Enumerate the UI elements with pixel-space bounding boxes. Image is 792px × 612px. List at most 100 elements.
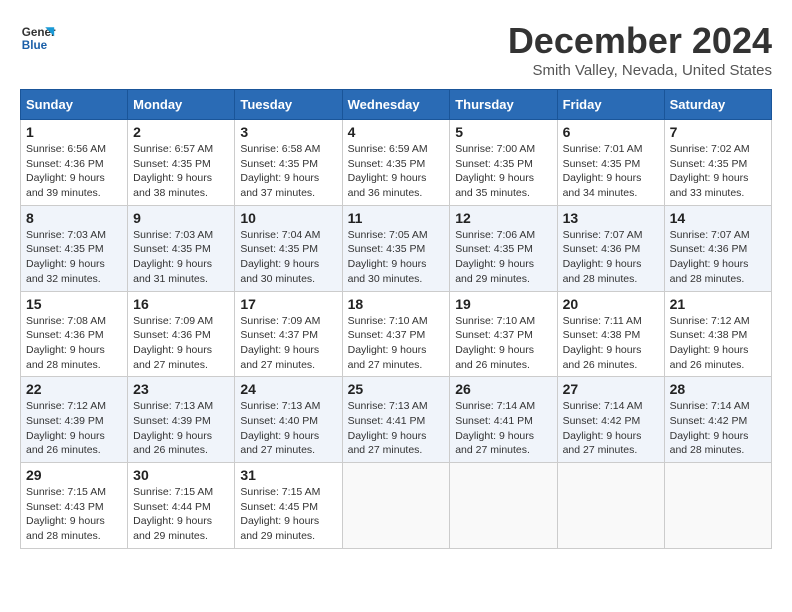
day-number: 23 <box>133 381 229 397</box>
calendar-day-cell: 21Sunrise: 7:12 AM Sunset: 4:38 PM Dayli… <box>664 291 771 377</box>
svg-text:Blue: Blue <box>22 39 48 52</box>
day-of-week-header: Monday <box>128 90 235 120</box>
day-info: Sunrise: 7:09 AM Sunset: 4:36 PM Dayligh… <box>133 314 229 373</box>
day-number: 27 <box>563 381 659 397</box>
day-of-week-header: Sunday <box>21 90 128 120</box>
day-info: Sunrise: 7:13 AM Sunset: 4:40 PM Dayligh… <box>240 399 336 458</box>
day-info: Sunrise: 7:05 AM Sunset: 4:35 PM Dayligh… <box>348 228 445 287</box>
calendar-day-cell: 9 Sunrise: 7:03 AM Sunset: 4:35 PM Daylig… <box>128 205 235 291</box>
day-info: Sunrise: 6:58 AM Sunset: 4:35 PM Dayligh… <box>240 142 336 201</box>
calendar-day-cell: 19 Sunrise: 7:10 AM Sunset: 4:37 PM Dayli… <box>450 291 557 377</box>
calendar-day-cell: 5 Sunrise: 7:00 AM Sunset: 4:35 PM Daylig… <box>450 120 557 206</box>
calendar-day-cell: 7Sunrise: 7:02 AM Sunset: 4:35 PM Daylig… <box>664 120 771 206</box>
calendar-day-cell: 4 Sunrise: 6:59 AM Sunset: 4:35 PM Daylig… <box>342 120 450 206</box>
day-info: Sunrise: 7:15 AM Sunset: 4:43 PM Dayligh… <box>26 485 122 544</box>
day-number: 18 <box>348 296 445 312</box>
calendar-day-cell: 3 Sunrise: 6:58 AM Sunset: 4:35 PM Daylig… <box>235 120 342 206</box>
day-number: 2 <box>133 124 229 140</box>
day-number: 22 <box>26 381 122 397</box>
day-info: Sunrise: 6:59 AM Sunset: 4:35 PM Dayligh… <box>348 142 445 201</box>
calendar-day-cell: 31 Sunrise: 7:15 AM Sunset: 4:45 PM Dayli… <box>235 463 342 549</box>
calendar-day-cell: 6 Sunrise: 7:01 AM Sunset: 4:35 PM Daylig… <box>557 120 664 206</box>
calendar-day-cell: 29Sunrise: 7:15 AM Sunset: 4:43 PM Dayli… <box>21 463 128 549</box>
calendar-week-row: 8 Sunrise: 7:03 AM Sunset: 4:35 PM Daylig… <box>21 205 772 291</box>
calendar-day-cell: 23 Sunrise: 7:13 AM Sunset: 4:39 PM Dayli… <box>128 377 235 463</box>
calendar-body: 1Sunrise: 6:56 AM Sunset: 4:36 PM Daylig… <box>21 120 772 549</box>
calendar-day-cell: 10Sunrise: 7:04 AM Sunset: 4:35 PM Dayli… <box>235 205 342 291</box>
day-number: 4 <box>348 124 445 140</box>
calendar-week-row: 15 Sunrise: 7:08 AM Sunset: 4:36 PM Dayli… <box>21 291 772 377</box>
calendar-day-cell: 15 Sunrise: 7:08 AM Sunset: 4:36 PM Dayli… <box>21 291 128 377</box>
calendar-day-cell: 18 Sunrise: 7:10 AM Sunset: 4:37 PM Dayli… <box>342 291 450 377</box>
day-info: Sunrise: 7:11 AM Sunset: 4:38 PM Dayligh… <box>563 314 659 373</box>
title-section: December 2024 Smith Valley, Nevada, Unit… <box>508 20 772 79</box>
day-number: 3 <box>240 124 336 140</box>
day-info: Sunrise: 7:15 AM Sunset: 4:44 PM Dayligh… <box>133 485 229 544</box>
day-info: Sunrise: 7:10 AM Sunset: 4:37 PM Dayligh… <box>348 314 445 373</box>
calendar-day-cell: 2 Sunrise: 6:57 AM Sunset: 4:35 PM Daylig… <box>128 120 235 206</box>
calendar-day-cell: 20 Sunrise: 7:11 AM Sunset: 4:38 PM Dayli… <box>557 291 664 377</box>
day-info: Sunrise: 7:14 AM Sunset: 4:41 PM Dayligh… <box>455 399 551 458</box>
day-info: Sunrise: 7:08 AM Sunset: 4:36 PM Dayligh… <box>26 314 122 373</box>
day-info: Sunrise: 7:01 AM Sunset: 4:35 PM Dayligh… <box>563 142 659 201</box>
day-info: Sunrise: 7:12 AM Sunset: 4:38 PM Dayligh… <box>670 314 766 373</box>
day-number: 15 <box>26 296 122 312</box>
calendar-day-cell <box>342 463 450 549</box>
calendar-day-cell: 25Sunrise: 7:13 AM Sunset: 4:41 PM Dayli… <box>342 377 450 463</box>
calendar-day-cell <box>664 463 771 549</box>
day-number: 17 <box>240 296 336 312</box>
day-number: 1 <box>26 124 122 140</box>
day-number: 24 <box>240 381 336 397</box>
day-info: Sunrise: 7:07 AM Sunset: 4:36 PM Dayligh… <box>563 228 659 287</box>
day-info: Sunrise: 6:57 AM Sunset: 4:35 PM Dayligh… <box>133 142 229 201</box>
day-info: Sunrise: 7:06 AM Sunset: 4:35 PM Dayligh… <box>455 228 551 287</box>
day-info: Sunrise: 7:03 AM Sunset: 4:35 PM Dayligh… <box>133 228 229 287</box>
day-of-week-header: Tuesday <box>235 90 342 120</box>
calendar-day-cell: 30 Sunrise: 7:15 AM Sunset: 4:44 PM Dayli… <box>128 463 235 549</box>
calendar-day-cell: 24 Sunrise: 7:13 AM Sunset: 4:40 PM Dayli… <box>235 377 342 463</box>
calendar-day-cell: 14 Sunrise: 7:07 AM Sunset: 4:36 PM Dayli… <box>664 205 771 291</box>
day-number: 25 <box>348 381 445 397</box>
day-number: 8 <box>26 210 122 226</box>
day-info: Sunrise: 7:04 AM Sunset: 4:35 PM Dayligh… <box>240 228 336 287</box>
day-info: Sunrise: 7:13 AM Sunset: 4:39 PM Dayligh… <box>133 399 229 458</box>
day-number: 5 <box>455 124 551 140</box>
location-subtitle: Smith Valley, Nevada, United States <box>508 62 772 79</box>
calendar-day-cell: 8Sunrise: 7:03 AM Sunset: 4:35 PM Daylig… <box>21 205 128 291</box>
calendar-day-cell <box>450 463 557 549</box>
day-number: 14 <box>670 210 766 226</box>
day-info: Sunrise: 7:14 AM Sunset: 4:42 PM Dayligh… <box>563 399 659 458</box>
day-number: 12 <box>455 210 551 226</box>
day-info: Sunrise: 7:10 AM Sunset: 4:37 PM Dayligh… <box>455 314 551 373</box>
calendar-header-row: SundayMondayTuesdayWednesdayThursdayFrid… <box>21 90 772 120</box>
day-number: 19 <box>455 296 551 312</box>
calendar-day-cell: 17 Sunrise: 7:09 AM Sunset: 4:37 PM Dayli… <box>235 291 342 377</box>
calendar-day-cell: 26 Sunrise: 7:14 AM Sunset: 4:41 PM Dayli… <box>450 377 557 463</box>
day-of-week-header: Wednesday <box>342 90 450 120</box>
day-of-week-header: Friday <box>557 90 664 120</box>
day-of-week-header: Saturday <box>664 90 771 120</box>
calendar-week-row: 29Sunrise: 7:15 AM Sunset: 4:43 PM Dayli… <box>21 463 772 549</box>
calendar-day-cell: 11 Sunrise: 7:05 AM Sunset: 4:35 PM Dayli… <box>342 205 450 291</box>
logo: General Blue <box>20 20 56 56</box>
day-info: Sunrise: 7:15 AM Sunset: 4:45 PM Dayligh… <box>240 485 336 544</box>
day-number: 20 <box>563 296 659 312</box>
calendar-day-cell: 16 Sunrise: 7:09 AM Sunset: 4:36 PM Dayli… <box>128 291 235 377</box>
day-number: 26 <box>455 381 551 397</box>
day-info: Sunrise: 7:14 AM Sunset: 4:42 PM Dayligh… <box>670 399 766 458</box>
day-info: Sunrise: 7:07 AM Sunset: 4:36 PM Dayligh… <box>670 228 766 287</box>
day-number: 16 <box>133 296 229 312</box>
calendar-day-cell: 22 Sunrise: 7:12 AM Sunset: 4:39 PM Dayli… <box>21 377 128 463</box>
day-number: 31 <box>240 467 336 483</box>
calendar-week-row: 22 Sunrise: 7:12 AM Sunset: 4:39 PM Dayli… <box>21 377 772 463</box>
page-header: General Blue December 2024 Smith Valley,… <box>20 20 772 79</box>
day-info: Sunrise: 7:09 AM Sunset: 4:37 PM Dayligh… <box>240 314 336 373</box>
day-info: Sunrise: 7:00 AM Sunset: 4:35 PM Dayligh… <box>455 142 551 201</box>
calendar-day-cell: 27 Sunrise: 7:14 AM Sunset: 4:42 PM Dayli… <box>557 377 664 463</box>
day-number: 6 <box>563 124 659 140</box>
day-number: 11 <box>348 210 445 226</box>
day-number: 30 <box>133 467 229 483</box>
day-info: Sunrise: 7:12 AM Sunset: 4:39 PM Dayligh… <box>26 399 122 458</box>
day-number: 9 <box>133 210 229 226</box>
day-number: 7 <box>670 124 766 140</box>
